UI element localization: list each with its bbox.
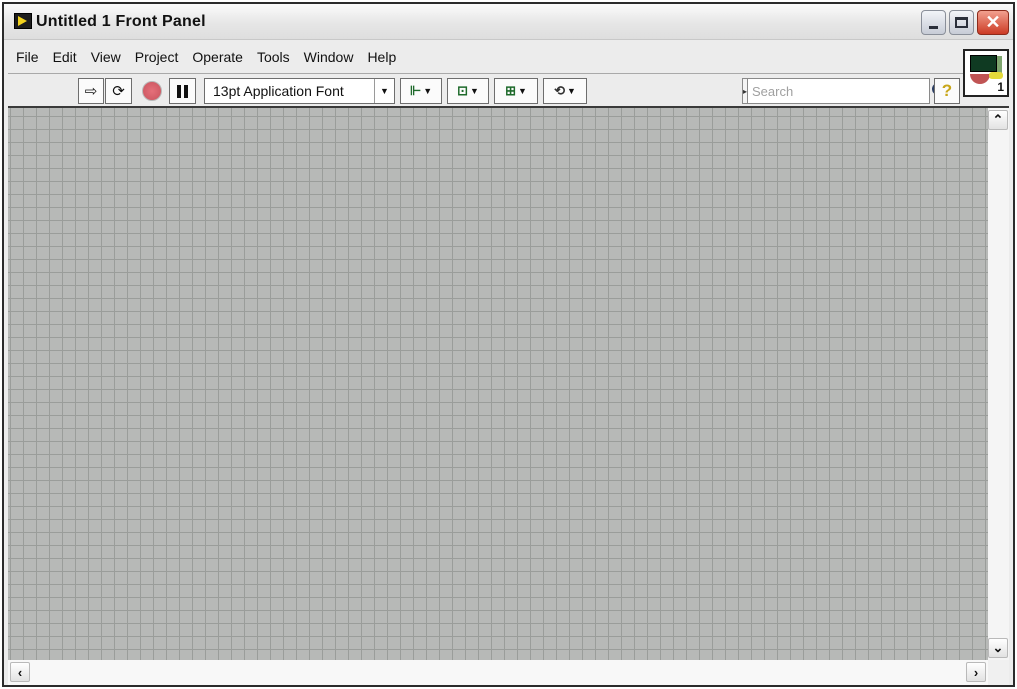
front-panel-canvas[interactable] (8, 106, 988, 660)
help-icon: ? (941, 81, 953, 100)
chevron-down-icon: ▼ (423, 86, 433, 96)
menu-bar: File Edit View Project Operate Tools Win… (8, 42, 958, 72)
distribute-objects-icon: ⊡ (457, 83, 468, 98)
align-objects-button[interactable]: ⊩ ▼ (400, 78, 442, 104)
resize-objects-icon: ⊞ (505, 83, 516, 98)
labview-app-icon[interactable] (14, 13, 32, 29)
vi-icon-number: 1 (997, 80, 1004, 94)
menu-edit[interactable]: Edit (46, 49, 84, 65)
scroll-up-button[interactable]: ⌃ (988, 110, 1008, 130)
scroll-right-button[interactable]: › (966, 662, 986, 682)
search-icon[interactable] (928, 79, 950, 103)
menu-view[interactable]: View (84, 49, 128, 65)
vi-icon-probe (989, 72, 1003, 79)
maximize-button[interactable] (949, 10, 974, 35)
vi-icon-screen (970, 55, 1002, 73)
close-button[interactable]: ✕ (977, 10, 1009, 35)
align-objects-icon: ⊩ (409, 83, 422, 98)
vi-icon-base (970, 74, 990, 84)
horizontal-scrollbar[interactable]: ‹ › (8, 660, 988, 685)
chevron-down-icon: ▼ (517, 86, 527, 96)
run-continuously-icon: ⟳ (112, 83, 125, 100)
toolbar: ⇨ ⟳ 13pt Application Font ▼ ⊩ ▼ ⊡ ▼ ⊞ ▼ … (8, 73, 963, 105)
run-button[interactable]: ⇨ (78, 78, 104, 104)
reorder-icon: ⟲ (554, 83, 565, 98)
menu-operate[interactable]: Operate (185, 49, 250, 65)
stop-circle-icon (142, 81, 162, 101)
menu-file[interactable]: File (8, 49, 46, 65)
chevron-up-icon: ⌃ (992, 112, 1004, 127)
search-input[interactable] (748, 83, 929, 99)
run-arrow-icon: ⇨ (84, 83, 98, 100)
menu-window[interactable]: Window (297, 49, 361, 65)
chevron-right-icon: › (973, 664, 979, 680)
scroll-down-button[interactable]: ⌄ (988, 638, 1008, 658)
menu-tools[interactable]: Tools (250, 49, 297, 65)
minimize-button[interactable] (921, 10, 946, 35)
abort-execution-button[interactable] (139, 78, 165, 104)
title-bar[interactable]: Untitled 1 Front Panel ✕ (4, 4, 1013, 40)
front-panel-window: Untitled 1 Front Panel ✕ File Edit View … (2, 2, 1015, 687)
resize-grip[interactable] (988, 660, 1009, 685)
window-title: Untitled 1 Front Panel (36, 13, 206, 30)
menu-project[interactable]: Project (128, 49, 186, 65)
pause-button[interactable] (169, 78, 196, 104)
chevron-down-icon: ▼ (469, 86, 479, 96)
minimize-icon (929, 26, 938, 29)
chevron-down-icon[interactable]: ▼ (374, 79, 394, 103)
chevron-down-icon: ▼ (566, 86, 576, 96)
vertical-scrollbar[interactable]: ⌃ ⌄ (988, 106, 1009, 660)
close-icon: ✕ (985, 12, 1001, 32)
chevron-left-icon: ‹ (17, 664, 23, 680)
search-box: ▸ (742, 78, 950, 104)
scroll-left-button[interactable]: ‹ (10, 662, 30, 682)
menu-help[interactable]: Help (360, 49, 403, 65)
font-select-value: 13pt Application Font (213, 83, 344, 99)
maximize-icon (955, 17, 968, 28)
distribute-objects-button[interactable]: ⊡ ▼ (447, 78, 489, 104)
context-help-button[interactable]: ? (934, 78, 960, 104)
pause-icon (177, 84, 188, 98)
resize-objects-button[interactable]: ⊞ ▼ (494, 78, 538, 104)
vi-icon[interactable]: 1 (963, 49, 1009, 97)
reorder-button[interactable]: ⟲ ▼ (543, 78, 587, 104)
font-select[interactable]: 13pt Application Font ▼ (204, 78, 395, 104)
run-continuously-button[interactable]: ⟳ (105, 78, 132, 104)
chevron-down-icon: ⌄ (992, 640, 1004, 655)
